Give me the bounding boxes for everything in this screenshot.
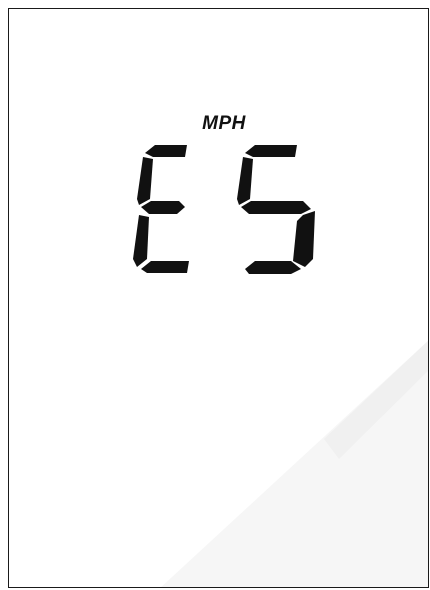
segment-top <box>245 145 297 157</box>
seven-segment-readout <box>127 141 317 276</box>
segment-bottom <box>141 261 189 273</box>
segment-middle <box>141 201 185 214</box>
segment-bottom <box>245 261 301 274</box>
segment-lower-left <box>133 215 149 267</box>
segment-top <box>145 145 187 157</box>
segment-upper-left <box>137 157 153 205</box>
segment-lower-right <box>293 211 315 267</box>
digit-e <box>133 145 189 273</box>
digit-5 <box>237 145 315 274</box>
speed-unit-label: MPH <box>202 113 246 134</box>
lcd-readout: MPH <box>9 9 428 587</box>
segment-middle <box>241 201 311 214</box>
segment-upper-left <box>237 157 253 205</box>
display-screen: MPH <box>8 8 429 588</box>
